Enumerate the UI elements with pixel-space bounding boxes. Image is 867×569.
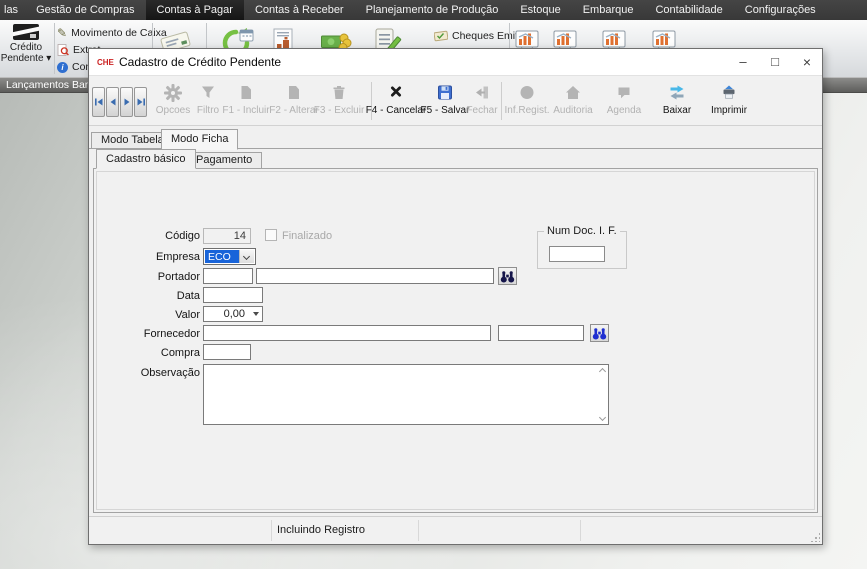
tab-cadastro-basico[interactable]: Cadastro básico xyxy=(96,149,196,169)
binoculars-icon xyxy=(500,270,515,283)
menu-item-contas-a-pagar[interactable]: Contas à Pagar xyxy=(146,0,244,20)
status-divider xyxy=(418,520,419,541)
maximize-button[interactable]: □ xyxy=(767,49,783,76)
page-tab-strip: Cadastro básico Pagamento xyxy=(89,149,822,169)
menu-item-embarque[interactable]: Embarque xyxy=(572,0,645,20)
credito-pendente-label-line1: Crédito xyxy=(0,42,52,53)
portador-label: Portador xyxy=(105,271,200,283)
previous-record-icon xyxy=(108,97,118,107)
dialog-title-bar[interactable]: CHE Cadastro de Crédito Pendente – □ × xyxy=(89,49,822,76)
scroll-up-icon[interactable] xyxy=(599,368,606,375)
dialog-toolbar: Opcoes Filtro F1 - Incluir F2 - Alterar xyxy=(89,76,822,126)
info-icon: i xyxy=(57,62,68,73)
menu-item-contas-a-receber[interactable]: Contas à Receber xyxy=(244,0,355,20)
status-message: Incluindo Registro xyxy=(277,517,365,544)
num-doc-label: Num Doc. I. F. xyxy=(544,225,620,237)
close-button[interactable]: × xyxy=(799,49,815,76)
codigo-field[interactable]: 14 xyxy=(203,228,251,244)
empresa-dropdown-button[interactable] xyxy=(239,250,254,263)
status-divider xyxy=(580,520,581,541)
desktop: { "menu": { "items": [ { "label": "las",… xyxy=(0,0,867,569)
tab-modo-ficha[interactable]: Modo Ficha xyxy=(161,129,238,150)
credito-pendente-button[interactable]: Crédito Pendente ▾ xyxy=(0,22,52,76)
portador-search-button[interactable] xyxy=(498,267,517,285)
fornecedor-label: Fornecedor xyxy=(105,328,200,340)
nav-first-button[interactable] xyxy=(92,87,105,117)
observacao-textarea[interactable] xyxy=(203,364,609,425)
cadastro-credito-pendente-window: CHE Cadastro de Crédito Pendente – □ × xyxy=(88,48,823,545)
magnifier-document-icon xyxy=(57,44,69,56)
menu-item-configuracoes[interactable]: Configurações xyxy=(734,0,827,20)
dialog-title: Cadastro de Crédito Pendente xyxy=(119,49,281,76)
menu-item-vendas[interactable]: las xyxy=(0,0,25,20)
dialog-status-bar: Incluindo Registro xyxy=(89,516,822,544)
empresa-combobox[interactable]: ECO xyxy=(203,248,256,265)
minimize-button[interactable]: – xyxy=(735,49,751,76)
fornecedor-code-field[interactable] xyxy=(498,325,584,341)
first-record-icon xyxy=(94,97,104,107)
menu-item-planejamento-de-producao[interactable]: Planejamento de Produção xyxy=(355,0,510,20)
resize-grip[interactable] xyxy=(810,532,820,542)
finalizado-checkbox[interactable] xyxy=(265,229,277,241)
num-doc-groupbox: Num Doc. I. F. xyxy=(537,231,627,269)
small-cheque-icon xyxy=(434,30,448,42)
pencil-icon: ✎ xyxy=(57,27,67,39)
empresa-selected-value: ECO xyxy=(205,250,239,263)
print-button[interactable]: Imprimir xyxy=(686,84,772,116)
credito-pendente-label-line2: Pendente ▾ xyxy=(0,53,52,64)
observacao-label: Observação xyxy=(105,367,200,379)
compra-label: Compra xyxy=(105,347,200,359)
portador-code-field[interactable] xyxy=(203,268,253,284)
codigo-label: Código xyxy=(105,230,200,242)
scroll-down-icon[interactable] xyxy=(599,414,606,421)
status-divider xyxy=(271,520,272,541)
finalizado-label: Finalizado xyxy=(282,230,332,242)
menu-item-estoque[interactable]: Estoque xyxy=(509,0,571,20)
num-doc-field[interactable] xyxy=(549,246,605,262)
ribbon-separator xyxy=(54,23,55,74)
fornecedor-search-button[interactable] xyxy=(590,324,609,342)
compra-field[interactable] xyxy=(203,344,251,360)
portador-name-field[interactable] xyxy=(256,268,494,284)
credit-card-icon xyxy=(13,24,39,40)
menu-item-contabilidade[interactable]: Contabilidade xyxy=(644,0,733,20)
chevron-down-icon xyxy=(243,253,250,260)
data-label: Data xyxy=(105,290,200,302)
dropdown-arrow-icon[interactable] xyxy=(253,312,259,316)
menu-item-gestao-de-compras[interactable]: Gestão de Compras xyxy=(25,0,145,20)
fornecedor-name-field[interactable] xyxy=(203,325,491,341)
main-menu-bar: las Gestão de Compras Contas à Pagar Con… xyxy=(0,0,867,20)
tab-pagamento[interactable]: Pagamento xyxy=(186,152,262,169)
empresa-label: Empresa xyxy=(105,251,200,263)
mode-tab-strip: Modo Tabela Modo Ficha xyxy=(89,129,822,149)
binoculars-icon xyxy=(592,327,607,340)
movimento-de-caixa-button[interactable]: ✎ Movimento de Caixa xyxy=(57,26,167,40)
data-combobox[interactable] xyxy=(203,287,263,303)
app-logo-icon: CHE xyxy=(97,58,114,67)
printer-icon xyxy=(686,84,772,104)
nav-prev-button[interactable] xyxy=(106,87,119,117)
valor-label: Valor xyxy=(105,309,200,321)
